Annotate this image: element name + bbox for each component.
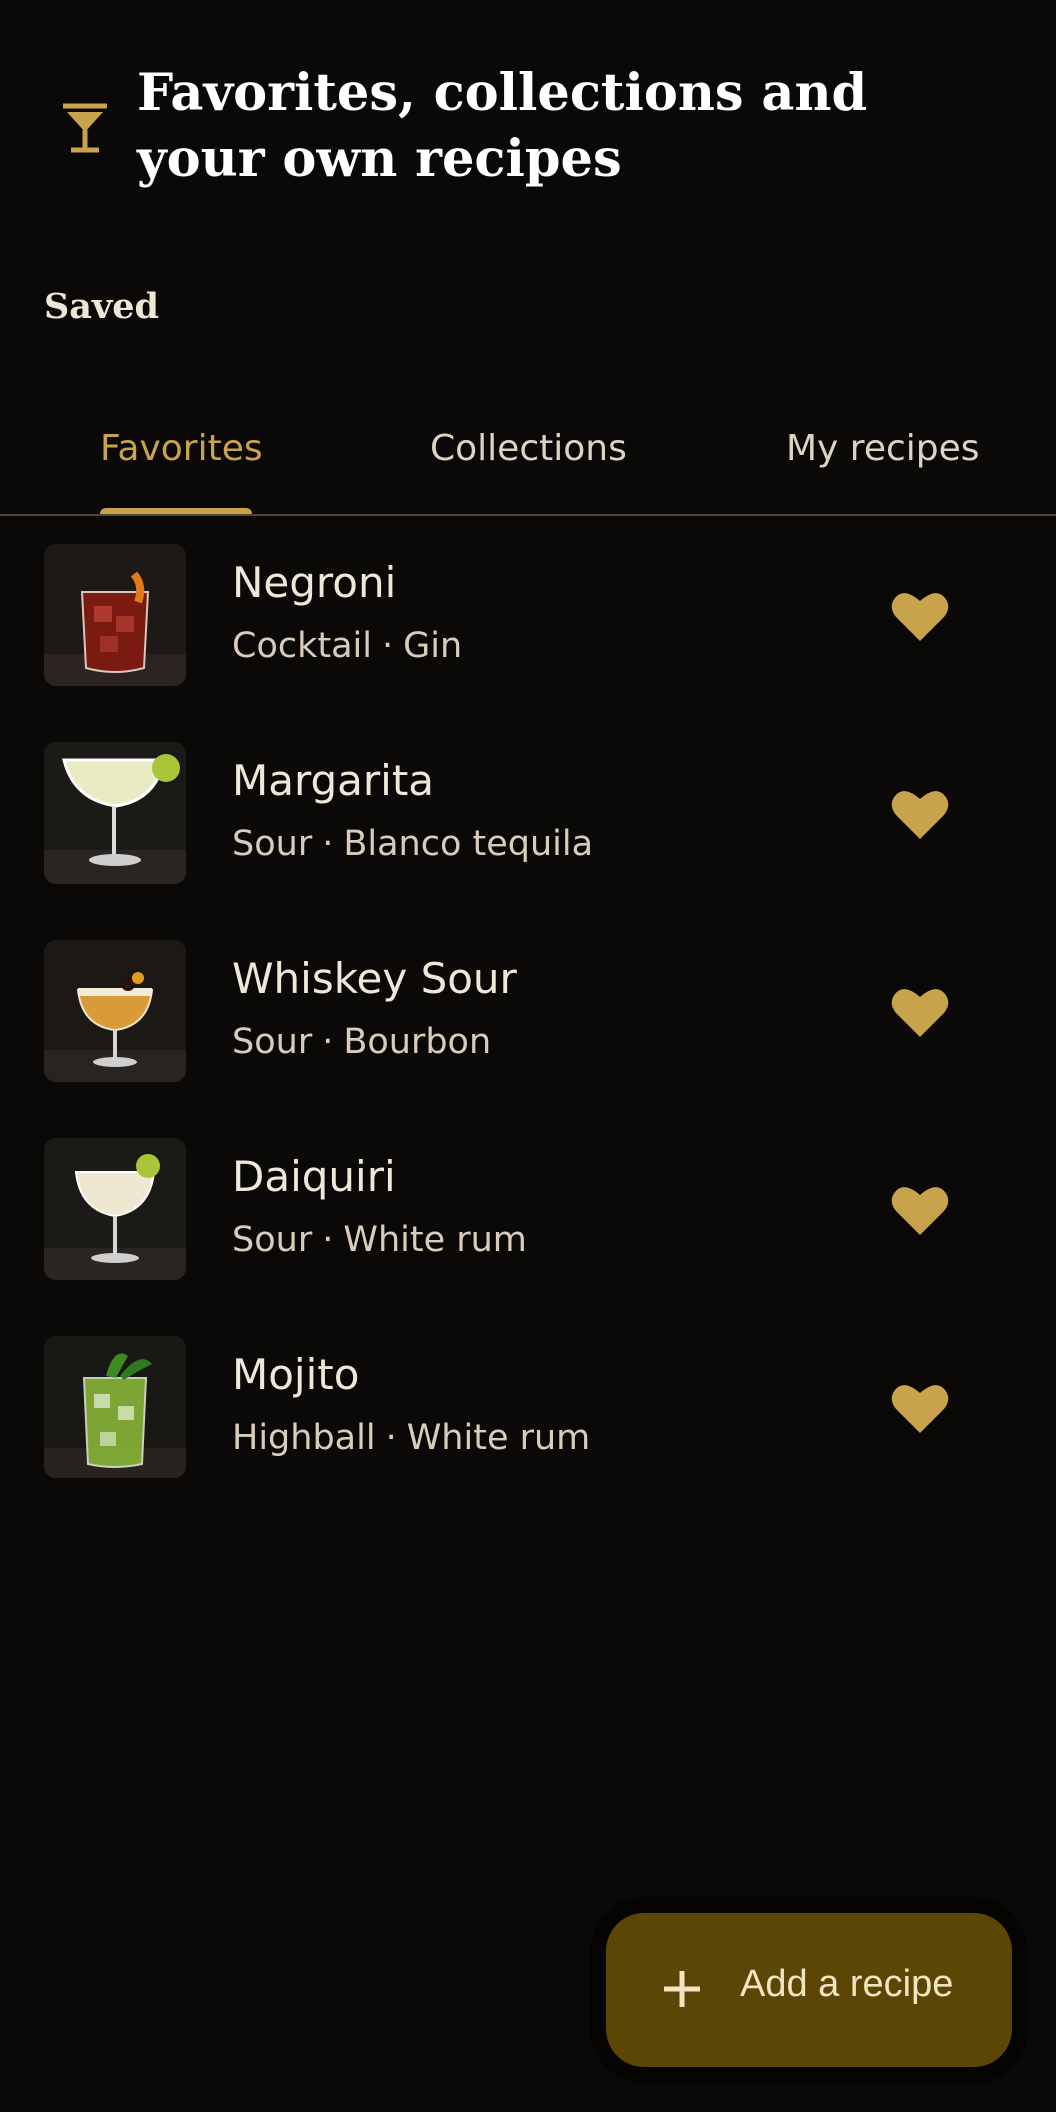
heart-icon xyxy=(891,593,949,641)
recipe-meta: Highball · White rum xyxy=(232,1418,590,1458)
app-header: Favorites, collections and your own reci… xyxy=(0,0,1056,250)
recipe-list-item[interactable]: Margarita Sour · Blanco tequila xyxy=(0,714,1056,912)
recipe-list-item[interactable]: Negroni Cocktail · Gin xyxy=(0,516,1056,714)
recipe-thumbnail xyxy=(44,940,186,1082)
recipe-meta: Sour · Bourbon xyxy=(232,1022,491,1062)
recipe-name: Negroni xyxy=(232,558,397,607)
page-title-line-2: your own recipes xyxy=(137,129,622,189)
recipe-list-item[interactable]: Whiskey Sour Sour · Bourbon xyxy=(0,912,1056,1110)
separator-dot: · xyxy=(322,824,334,864)
recipe-name: Margarita xyxy=(232,756,435,805)
favorite-toggle-button[interactable] xyxy=(890,1378,958,1438)
recipe-name: Mojito xyxy=(232,1350,360,1399)
recipe-category: Sour xyxy=(232,1220,313,1260)
add-recipe-button[interactable]: Add a recipe xyxy=(606,1913,1012,2067)
recipe-meta: Cocktail · Gin xyxy=(232,626,462,666)
recipe-spirit: Gin xyxy=(403,626,463,666)
cocktail-glass-icon xyxy=(63,103,107,153)
tab-collections-label: Collections xyxy=(430,428,627,469)
recipe-list-item[interactable]: Daiquiri Sour · White rum xyxy=(0,1110,1056,1308)
recipe-category: Cocktail xyxy=(232,626,372,666)
recipe-list-item[interactable]: Mojito Highball · White rum xyxy=(0,1308,1056,1506)
heart-icon xyxy=(891,1385,949,1433)
recipe-spirit: Blanco tequila xyxy=(343,824,594,864)
mojito-photo-icon xyxy=(44,1336,186,1478)
favorite-toggle-button[interactable] xyxy=(890,982,958,1042)
recipe-name: Whiskey Sour xyxy=(232,954,517,1003)
heart-icon xyxy=(891,1187,949,1235)
tab-favorites-label: Favorites xyxy=(100,428,263,469)
recipe-spirit: White rum xyxy=(406,1418,591,1458)
recipe-meta: Sour · Blanco tequila xyxy=(232,824,593,864)
favorite-toggle-button[interactable] xyxy=(890,586,958,646)
tab-bar: Favorites Collections My recipes xyxy=(0,400,1056,516)
negroni-photo-icon xyxy=(44,544,186,686)
separator-dot: · xyxy=(322,1220,334,1260)
recipe-category: Sour xyxy=(232,1022,313,1062)
page-title-line-1: Favorites, collections and xyxy=(137,63,868,123)
recipe-category: Highball xyxy=(232,1418,376,1458)
whiskey-sour-photo-icon xyxy=(44,940,186,1082)
recipe-spirit: Bourbon xyxy=(343,1022,492,1062)
section-label-saved: Saved xyxy=(44,286,160,327)
recipe-category: Sour xyxy=(232,824,313,864)
tab-my-recipes-label: My recipes xyxy=(786,428,980,469)
favorite-toggle-button[interactable] xyxy=(890,1180,958,1240)
separator-dot: · xyxy=(385,1418,397,1458)
recipe-spirit: White rum xyxy=(343,1220,527,1260)
recipe-thumbnail xyxy=(44,544,186,686)
recipe-thumbnail xyxy=(44,742,186,884)
recipe-meta: Sour · White rum xyxy=(232,1220,527,1260)
recipe-thumbnail xyxy=(44,1138,186,1280)
favorite-toggle-button[interactable] xyxy=(890,784,958,844)
separator-dot: · xyxy=(322,1022,334,1062)
tab-favorites[interactable]: Favorites xyxy=(100,428,263,516)
margarita-photo-icon xyxy=(44,742,186,884)
tab-my-recipes[interactable]: My recipes xyxy=(786,428,980,516)
recipe-thumbnail xyxy=(44,1336,186,1478)
heart-icon xyxy=(891,791,949,839)
tab-collections[interactable]: Collections xyxy=(430,428,627,516)
daiquiri-photo-icon xyxy=(44,1138,186,1280)
separator-dot: · xyxy=(381,626,394,666)
add-recipe-label: Add a recipe xyxy=(740,1963,954,2005)
heart-icon xyxy=(891,989,949,1037)
plus-icon xyxy=(664,1971,700,2007)
page-title: Favorites, collections and your own reci… xyxy=(137,60,997,192)
recipe-name: Daiquiri xyxy=(232,1152,396,1201)
